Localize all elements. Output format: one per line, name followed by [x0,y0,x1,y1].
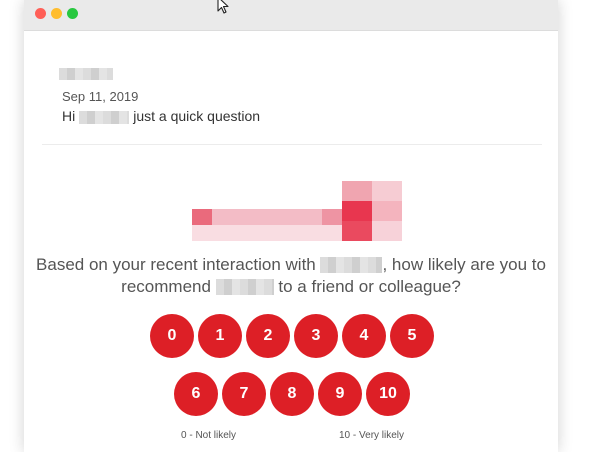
sender-name-redacted [59,68,113,80]
score-button-4[interactable]: 4 [342,314,386,358]
survey-question: Based on your recent interaction with , … [24,254,558,298]
scale-low-label: 0 - Not likely [181,430,237,441]
cursor-icon [217,0,229,14]
score-button-8[interactable]: 8 [270,372,314,416]
company-name-redacted [320,256,383,273]
question-text-3: to a friend or colleague? [278,277,461,296]
score-button-7[interactable]: 7 [222,372,266,416]
header-divider [42,144,542,145]
greeting-prefix: Hi [62,108,76,124]
score-button-1[interactable]: 1 [198,314,242,358]
score-button-5[interactable]: 5 [390,314,434,358]
score-button-10[interactable]: 10 [366,372,410,416]
greeting-suffix: just a quick question [133,108,261,124]
minimize-dot-icon[interactable] [51,8,62,19]
score-button-6[interactable]: 6 [174,372,218,416]
maximize-dot-icon[interactable] [67,8,78,19]
score-button-0[interactable]: 0 [150,314,194,358]
email-date: Sep 11, 2019 [62,89,139,104]
close-dot-icon[interactable] [35,8,46,19]
score-button-9[interactable]: 9 [318,372,362,416]
question-text-1: Based on your recent interaction with [36,255,316,274]
company-name-redacted-2 [215,278,274,295]
email-window: Sep 11, 2019 Hi just a quick question Bas… [24,0,558,452]
window-titlebar [24,0,558,31]
company-logo-redacted [192,181,402,241]
score-button-2[interactable]: 2 [246,314,290,358]
recipient-name-redacted [79,111,130,125]
scale-high-label: 10 - Very likely [339,430,405,441]
score-button-3[interactable]: 3 [294,314,338,358]
email-greeting: Hi just a quick question [62,108,261,125]
